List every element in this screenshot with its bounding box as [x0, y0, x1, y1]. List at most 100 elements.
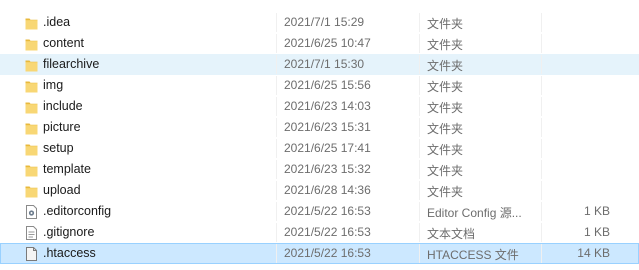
column-divider [541, 13, 542, 32]
file-row[interactable]: .editorconfig 2021/5/22 16:53 Editor Confi… [0, 201, 639, 222]
column-divider [276, 34, 277, 53]
file-modified-date: 2021/6/25 10:47 [284, 36, 371, 50]
column-divider [276, 97, 277, 116]
column-divider [276, 76, 277, 95]
file-modified-date: 2021/6/23 15:32 [284, 162, 371, 176]
column-divider [419, 97, 420, 116]
file-name[interactable]: .htaccess [43, 246, 96, 260]
file-row[interactable]: picture 2021/6/23 15:31 文件夹 [0, 117, 639, 138]
file-type: 文本文档 [427, 227, 476, 241]
column-divider [419, 139, 420, 158]
file-row[interactable]: upload 2021/6/28 14:36 文件夹 [0, 180, 639, 201]
folder-icon [25, 184, 38, 198]
file-modified-date: 2021/6/25 15:56 [284, 78, 371, 92]
folder-icon [25, 79, 38, 93]
file-type: 文件夹 [427, 80, 464, 94]
column-divider [541, 76, 542, 95]
file-modified-date: 2021/6/25 17:41 [284, 141, 371, 155]
column-divider [276, 223, 277, 242]
file-name[interactable]: filearchive [43, 57, 99, 71]
column-divider [419, 34, 420, 53]
column-divider [276, 244, 277, 263]
file-name[interactable]: content [43, 36, 84, 50]
folder-icon [25, 142, 38, 156]
column-divider [419, 181, 420, 200]
column-divider [276, 118, 277, 137]
column-divider [276, 202, 277, 221]
column-divider [541, 118, 542, 137]
file-modified-date: 2021/6/23 15:31 [284, 120, 371, 134]
file-type: 文件夹 [427, 185, 464, 199]
file-row[interactable]: .idea 2021/7/1 15:29 文件夹 [0, 12, 639, 33]
file-row[interactable]: .gitignore 2021/5/22 16:53 文本文档 1 KB [0, 222, 639, 243]
file-row[interactable]: template 2021/6/23 15:32 文件夹 [0, 159, 639, 180]
column-divider [276, 181, 277, 200]
file-row[interactable]: img 2021/6/25 15:56 文件夹 [0, 75, 639, 96]
folder-icon [25, 121, 38, 135]
folder-icon [25, 100, 38, 114]
file-size: 14 KB [577, 246, 610, 260]
column-divider [541, 160, 542, 179]
column-divider [419, 118, 420, 137]
folder-icon [25, 16, 38, 30]
file-type: 文件夹 [427, 122, 464, 136]
file-row[interactable]: include 2021/6/23 14:03 文件夹 [0, 96, 639, 117]
file-type: 文件夹 [427, 38, 464, 52]
column-divider [276, 55, 277, 74]
column-divider [541, 139, 542, 158]
file-row[interactable]: filearchive 2021/7/1 15:30 文件夹 [0, 54, 639, 75]
column-divider [276, 13, 277, 32]
file-row[interactable]: .htaccess 2021/5/22 16:53 HTACCESS 文件 14 KB [0, 243, 639, 264]
column-divider [541, 223, 542, 242]
file-type: Editor Config 源... [427, 206, 522, 220]
file-type: 文件夹 [427, 164, 464, 178]
file-name[interactable]: .editorconfig [43, 204, 111, 218]
file-name[interactable]: include [43, 99, 83, 113]
folder-icon [25, 58, 38, 72]
file-type: 文件夹 [427, 59, 464, 73]
file-size: 1 KB [583, 225, 610, 239]
column-divider [419, 76, 420, 95]
text-file-icon [25, 226, 38, 240]
file-type: 文件夹 [427, 17, 464, 31]
file-name[interactable]: setup [43, 141, 74, 155]
file-name[interactable]: .idea [43, 15, 70, 29]
file-type: 文件夹 [427, 101, 464, 115]
file-modified-date: 2021/5/22 16:53 [284, 204, 371, 218]
column-divider [541, 202, 542, 221]
column-divider [419, 55, 420, 74]
column-divider [419, 160, 420, 179]
file-name[interactable]: picture [43, 120, 81, 134]
file-size: 1 KB [583, 204, 610, 218]
file-name[interactable]: .gitignore [43, 225, 94, 239]
file-modified-date: 2021/6/23 14:03 [284, 99, 371, 113]
file-name[interactable]: template [43, 162, 91, 176]
column-divider [419, 13, 420, 32]
file-name[interactable]: upload [43, 183, 81, 197]
file-modified-date: 2021/6/28 14:36 [284, 183, 371, 197]
column-divider [276, 160, 277, 179]
file-modified-date: 2021/5/22 16:53 [284, 225, 371, 239]
column-divider [541, 34, 542, 53]
file-type: HTACCESS 文件 [427, 248, 519, 262]
column-divider [541, 97, 542, 116]
column-divider [419, 223, 420, 242]
file-list: .idea 2021/7/1 15:29 文件夹 content 2021/6/25 1… [0, 12, 639, 264]
file-modified-date: 2021/7/1 15:29 [284, 15, 365, 29]
column-divider [419, 244, 420, 263]
folder-icon [25, 37, 38, 51]
file-modified-date: 2021/7/1 15:30 [284, 57, 365, 71]
column-divider [541, 181, 542, 200]
settings-file-icon [25, 205, 38, 219]
file-type: 文件夹 [427, 143, 464, 157]
file-name[interactable]: img [43, 78, 63, 92]
folder-icon [25, 163, 38, 177]
column-divider [276, 139, 277, 158]
column-divider [541, 55, 542, 74]
file-modified-date: 2021/5/22 16:53 [284, 246, 371, 260]
file-row[interactable]: setup 2021/6/25 17:41 文件夹 [0, 138, 639, 159]
generic-file-icon [25, 247, 38, 261]
column-divider [419, 202, 420, 221]
column-divider [541, 244, 542, 263]
file-row[interactable]: content 2021/6/25 10:47 文件夹 [0, 33, 639, 54]
